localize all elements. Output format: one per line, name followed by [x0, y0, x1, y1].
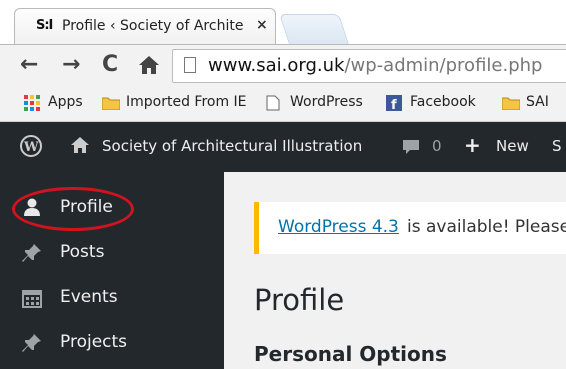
- pin-icon: [22, 243, 42, 263]
- url-text[interactable]: www.sai.org.uk/wp-admin/profile.php: [208, 55, 542, 76]
- folder-icon: [101, 95, 121, 111]
- update-notice-link[interactable]: WordPress 4.3: [278, 217, 399, 237]
- section-title: Personal Options: [254, 342, 447, 366]
- forward-arrow-icon[interactable]: →: [62, 52, 80, 77]
- tab-favicon: S:I: [36, 18, 53, 33]
- sidebar-item-posts[interactable]: Posts: [60, 242, 104, 262]
- home-icon[interactable]: [138, 54, 160, 80]
- plus-icon[interactable]: +: [464, 133, 481, 157]
- sidebar-item-projects[interactable]: Projects: [60, 332, 127, 352]
- apps-grid-icon: [24, 95, 40, 115]
- site-name-link[interactable]: Society of Architectural Illustration: [102, 137, 362, 155]
- back-arrow-icon[interactable]: ←: [20, 52, 38, 77]
- new-content-menu[interactable]: New: [496, 137, 529, 155]
- page-icon: [184, 57, 196, 73]
- bookmark-imported-from-ie[interactable]: Imported From IE: [126, 94, 247, 110]
- folder-icon: [501, 95, 521, 111]
- bookmark-facebook[interactable]: Facebook: [410, 94, 476, 110]
- admin-bar-truncated-item[interactable]: S: [552, 137, 562, 155]
- comment-icon[interactable]: [402, 139, 420, 159]
- svg-text:f: f: [391, 98, 397, 111]
- bookmark-sai[interactable]: SAI: [526, 94, 549, 110]
- sidebar-item-events[interactable]: Events: [60, 287, 118, 307]
- annotation-circle: [12, 187, 134, 231]
- pin-icon: [22, 333, 42, 353]
- page-title: Profile: [254, 283, 345, 317]
- update-notice-text: is available! Please: [407, 217, 566, 237]
- tab-close-icon[interactable]: ×: [256, 17, 268, 33]
- reload-icon[interactable]: C: [102, 52, 118, 77]
- wordpress-logo-icon[interactable]: W: [20, 135, 42, 161]
- facebook-icon: f: [386, 95, 404, 113]
- home-icon: [70, 136, 90, 158]
- comments-count[interactable]: 0: [432, 137, 442, 155]
- bookmark-wordpress[interactable]: WordPress: [290, 94, 363, 110]
- tab-title[interactable]: Profile ‹ Society of Archite: [62, 18, 252, 34]
- calendar-icon: [22, 288, 42, 308]
- svg-text:W: W: [23, 140, 39, 155]
- bookmark-apps[interactable]: Apps: [48, 94, 83, 110]
- page-icon: [266, 95, 284, 111]
- new-tab-button[interactable]: [279, 14, 349, 44]
